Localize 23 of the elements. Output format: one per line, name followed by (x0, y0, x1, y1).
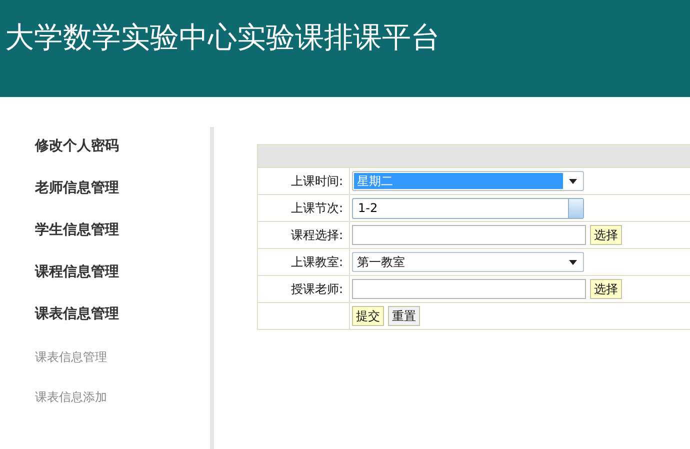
combo-field[interactable]: 1-2 (352, 198, 584, 218)
sidebar-item[interactable]: 学生信息管理 (35, 221, 210, 263)
field-label: 上课教室: (290, 254, 343, 270)
field-label: 课程选择: (290, 226, 343, 244)
field-label: 上课时间: (290, 172, 343, 190)
dropdown-field[interactable]: 第一教室 (352, 252, 584, 272)
field-label: 授课老师: (290, 280, 343, 298)
sidebar-item[interactable]: 课表信息管理 (35, 305, 210, 347)
input-field[interactable] (352, 279, 586, 299)
sidebar-item[interactable]: 老师信息管理 (35, 179, 210, 221)
field-label: 上课节次: (290, 200, 343, 216)
caret-icon (569, 178, 577, 184)
input-field[interactable] (352, 225, 586, 245)
caret-icon (569, 260, 577, 264)
select-button[interactable]: 选择 (590, 225, 622, 245)
reset-button[interactable]: 重置 (388, 306, 420, 326)
sidebar-subitem[interactable]: 课表信息管理 (35, 349, 210, 387)
site-title: 大学数学实验中心实验课排课平台 (5, 19, 440, 56)
submit-button[interactable]: 提交 (352, 306, 384, 326)
select-button[interactable]: 选择 (590, 279, 622, 299)
sidebar-item[interactable]: 课程信息管理 (35, 263, 210, 305)
sidebar-subitem[interactable]: 课表信息添加 (35, 389, 210, 427)
sidebar-item[interactable]: 修改个人密码 (35, 137, 210, 179)
